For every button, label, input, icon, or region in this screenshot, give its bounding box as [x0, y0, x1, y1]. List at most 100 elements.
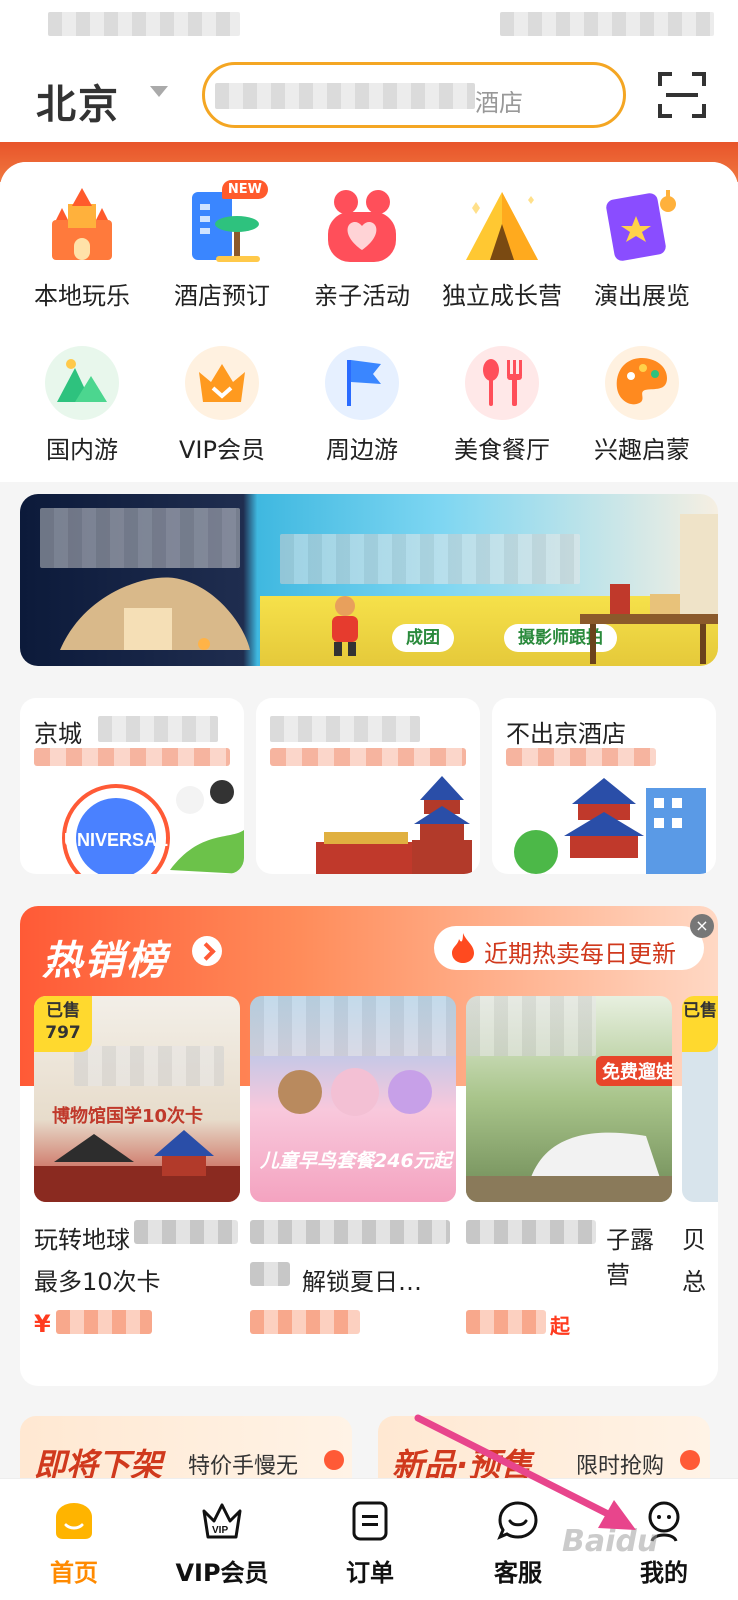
promo-banner[interactable]: 成团 摄影师跟拍	[20, 494, 718, 666]
tab-label: VIP会员	[175, 1559, 269, 1587]
service-chat-icon	[497, 1501, 538, 1540]
chevron-down-icon[interactable]	[150, 86, 168, 97]
category-parent-child[interactable]: 亲子活动	[292, 186, 432, 311]
category-label: 国内游	[46, 436, 118, 464]
sub-card-title: 不出京酒店	[506, 720, 626, 748]
baidu-watermark: Baidu	[562, 1524, 659, 1559]
product-card[interactable]: 儿童早鸟套餐246元起 解锁夏日…	[250, 996, 456, 1334]
product-image-top-blurred	[466, 996, 596, 1056]
ticket-icon	[602, 186, 682, 266]
tab-label: 首页	[50, 1559, 98, 1587]
sub-card-city-attractions[interactable]: 京城 UNIVERSAL	[20, 698, 244, 874]
product-card[interactable]: 免费遛娃 子露营 起	[466, 996, 672, 1338]
product-name-line2: 总	[682, 1268, 706, 1296]
category-nearby-tour[interactable]: 周边游	[292, 346, 432, 465]
category-label: 酒店预订	[174, 282, 270, 310]
mountain-icon	[45, 346, 119, 420]
product-name-blurred	[250, 1262, 290, 1286]
crown-icon	[185, 346, 259, 420]
tab-orders[interactable]: 订单	[296, 1479, 444, 1600]
scan-icon[interactable]	[658, 72, 706, 118]
picnic-table-image	[580, 514, 718, 664]
city-selector[interactable]: 北京	[36, 72, 120, 130]
category-shows[interactable]: 演出展览	[572, 186, 712, 311]
category-vip[interactable]: VIP会员	[152, 346, 292, 465]
category-label: 美食餐厅	[454, 436, 550, 464]
tab-vip[interactable]: VIP VIP会员	[148, 1479, 296, 1600]
flame-icon	[452, 933, 474, 963]
price-blurred	[56, 1310, 152, 1334]
product-image-title-blurred	[74, 1046, 224, 1086]
temple-of-heaven-image	[316, 776, 472, 874]
sub-card-title-blurred	[270, 716, 420, 742]
promo-subtitle: 特价手慢无	[188, 1454, 299, 1479]
price-blurred	[466, 1310, 546, 1334]
sub-card-local-hotels[interactable]: 不出京酒店	[492, 698, 716, 874]
product-name-blurred	[466, 1220, 596, 1244]
search-input[interactable]: 酒店	[202, 62, 626, 128]
product-name-blurred	[250, 1220, 450, 1244]
category-label: 兴趣启蒙	[594, 436, 690, 464]
order-icon	[352, 1501, 388, 1541]
category-growth-camp[interactable]: 独立成长营	[432, 186, 572, 311]
category-interest[interactable]: 兴趣启蒙	[572, 346, 712, 465]
hotel-icon: NEW	[182, 180, 268, 266]
product-image: 儿童早鸟套餐246元起	[250, 996, 456, 1202]
search-placeholder-blurred	[215, 83, 475, 109]
chevron-right-icon[interactable]	[192, 936, 222, 966]
plush-toys-image	[278, 1068, 432, 1116]
vip-crown-icon: VIP	[202, 1503, 242, 1539]
sub-card-subtitle-blurred	[506, 748, 656, 766]
category-domestic-tour[interactable]: 国内游	[12, 346, 152, 465]
price-suffix: 起	[550, 1314, 570, 1338]
flag-icon	[325, 346, 399, 420]
status-bar-right-blurred	[500, 12, 714, 36]
banner-left-text-blurred	[40, 508, 240, 568]
sub-card-subtitle-blurred	[34, 748, 230, 766]
camping-tent-image	[466, 1132, 672, 1202]
category-hotel[interactable]: NEW 酒店预订	[152, 180, 292, 311]
hot-sales-pill: 近期热卖每日更新	[434, 926, 704, 970]
close-icon[interactable]: ×	[690, 914, 714, 938]
product-image-caption: 儿童早鸟套餐246元起	[260, 1150, 452, 1172]
price-blurred	[250, 1310, 360, 1334]
palace-illustration	[34, 1130, 240, 1202]
category-food[interactable]: 美食餐厅	[432, 346, 572, 465]
castle-icon	[42, 186, 122, 266]
search-placeholder: 酒店	[475, 89, 523, 117]
product-image-top-blurred	[250, 996, 456, 1056]
tent-icon	[462, 186, 542, 266]
chevron-right-icon	[324, 1450, 344, 1470]
hot-sales-section: 热销榜 近期热卖每日更新 × 博物馆国学10次卡 已售 797 玩转地球 最多10…	[20, 906, 718, 1386]
product-name-line2: 最多10次卡	[34, 1268, 161, 1296]
palette-icon	[605, 346, 679, 420]
category-label: 独立成长营	[442, 282, 562, 310]
category-label: 本地玩乐	[34, 282, 130, 310]
product-name-line2: 解锁夏日…	[302, 1268, 422, 1296]
product-image: 免费遛娃	[466, 996, 672, 1202]
product-card[interactable]: 已售 贝 总 ¥	[682, 996, 718, 1296]
svg-text:VIP: VIP	[212, 1525, 228, 1536]
chevron-right-icon	[680, 1450, 700, 1470]
category-local-fun[interactable]: 本地玩乐	[12, 186, 152, 311]
promo-subtitle: 限时抢购	[576, 1454, 665, 1479]
product-name: 贝	[682, 1226, 706, 1254]
new-badge: NEW	[221, 180, 268, 199]
top-bar: 北京 酒店	[0, 52, 738, 142]
sub-card-beijing-sights[interactable]	[256, 698, 480, 874]
product-image-badge: 免费遛娃	[596, 1056, 672, 1086]
child-figure-image	[332, 596, 358, 656]
sold-badge: 已售 797	[34, 996, 92, 1052]
product-card[interactable]: 博物馆国学10次卡 已售 797 玩转地球 最多10次卡 ¥	[34, 996, 240, 1338]
tab-label: 订单	[346, 1559, 394, 1587]
glamping-tent-image	[60, 577, 250, 650]
status-bar-left-blurred	[48, 12, 240, 36]
hot-sales-pill-text: 近期热卖每日更新	[484, 940, 676, 968]
hot-sales-title[interactable]: 热销榜	[42, 928, 168, 986]
banner-tag-group: 成团	[392, 624, 454, 652]
sub-card-title-blurred	[98, 716, 218, 742]
tab-home[interactable]: 首页	[0, 1479, 148, 1600]
status-bar	[0, 0, 738, 52]
sub-card-subtitle-blurred	[270, 748, 466, 766]
category-label: 演出展览	[594, 282, 690, 310]
